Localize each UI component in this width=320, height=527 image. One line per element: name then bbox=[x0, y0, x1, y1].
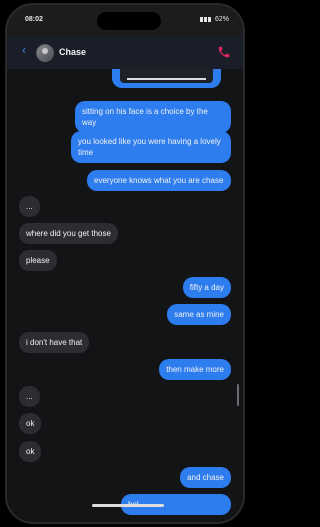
status-time: 08:02 bbox=[25, 16, 43, 23]
message-text: ... bbox=[26, 202, 33, 211]
message-text: then make more bbox=[166, 365, 224, 374]
message-bubble-incoming[interactable]: where did you get those bbox=[19, 223, 118, 244]
message-text: ok bbox=[26, 419, 35, 428]
message-bubble-incoming[interactable]: ok bbox=[19, 441, 42, 462]
message-bubble-outgoing[interactable]: sitting on his face is a choice by the w… bbox=[75, 101, 231, 133]
home-indicator[interactable] bbox=[92, 504, 164, 507]
message-bubble-incoming[interactable]: ok bbox=[19, 413, 42, 434]
message-text: where did you get those bbox=[26, 229, 111, 238]
status-right: 62% bbox=[199, 16, 229, 23]
contact-avatar[interactable] bbox=[36, 44, 54, 62]
status-bar: 08:02 62% bbox=[7, 16, 243, 30]
phone-call-icon[interactable] bbox=[217, 45, 231, 59]
message-text: everyone knows what you are chase bbox=[94, 176, 224, 185]
message-bubble-outgoing[interactable]: then make more bbox=[159, 359, 231, 380]
message-text: ... bbox=[26, 392, 33, 401]
message-text: please bbox=[26, 256, 50, 265]
message-text: and chase bbox=[187, 473, 224, 482]
scrollbar[interactable] bbox=[237, 384, 239, 406]
phone-frame: 08:02 62% ‹ Chase sitting on his face is… bbox=[5, 3, 245, 524]
message-bubble-outgoing[interactable]: same as mine bbox=[167, 304, 231, 325]
chat-header: ‹ Chase bbox=[7, 37, 243, 70]
message-bubble-incoming[interactable]: ... bbox=[19, 386, 40, 407]
media-preview bbox=[120, 69, 213, 83]
message-bubble-outgoing[interactable]: fifty a day bbox=[182, 277, 231, 298]
contact-name[interactable]: Chase bbox=[59, 47, 86, 57]
message-bubble-outgoing[interactable]: you looked like you were having a lovely… bbox=[71, 131, 231, 163]
message-bubble-incoming[interactable]: i don't have that bbox=[19, 332, 90, 353]
battery-level: 62% bbox=[214, 16, 229, 23]
message-text: same as mine bbox=[174, 310, 224, 319]
media-progress-bar bbox=[127, 78, 206, 80]
message-bubble-outgoing[interactable]: and chase bbox=[180, 467, 231, 488]
media-attachment[interactable] bbox=[112, 69, 221, 88]
message-text: i don't have that bbox=[26, 338, 83, 347]
message-bubble-incoming[interactable]: ... bbox=[19, 196, 40, 217]
message-text: ok bbox=[26, 447, 35, 456]
message-bubble-incoming[interactable]: please bbox=[19, 250, 57, 271]
message-bubble-outgoing[interactable]: everyone knows what you are chase bbox=[87, 170, 231, 191]
message-text: fifty a day bbox=[189, 283, 224, 292]
message-text: you looked like you were having a lovely… bbox=[78, 137, 221, 157]
message-list[interactable]: sitting on his face is a choice by the w… bbox=[7, 69, 243, 522]
signal-icon bbox=[199, 17, 211, 22]
back-chevron-icon[interactable]: ‹ bbox=[22, 43, 26, 57]
message-text: sitting on his face is a choice by the w… bbox=[82, 107, 208, 127]
